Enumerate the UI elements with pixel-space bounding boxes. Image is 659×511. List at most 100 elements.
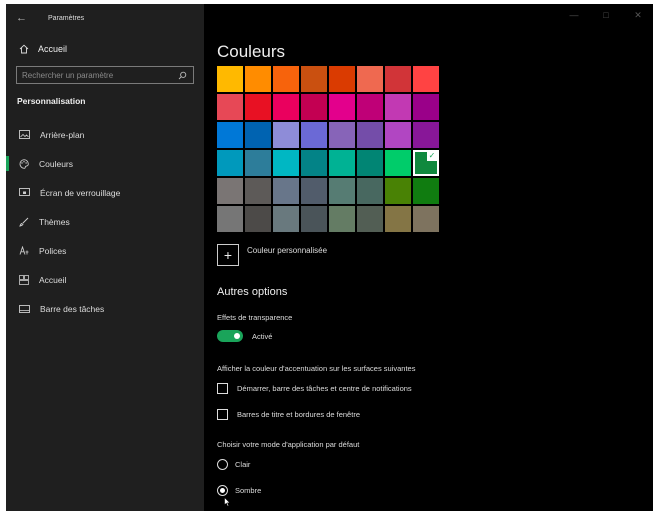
- color-swatch[interactable]: [301, 206, 327, 232]
- color-swatch[interactable]: [357, 94, 383, 120]
- color-swatch[interactable]: ✓: [413, 150, 439, 176]
- color-swatch[interactable]: [245, 206, 271, 232]
- other-options-title: Autres options: [217, 286, 288, 298]
- custom-color-button[interactable]: + Couleur personnalisée: [217, 244, 327, 266]
- minimize-icon[interactable]: —: [569, 10, 579, 21]
- color-swatch[interactable]: [385, 66, 411, 92]
- color-swatch[interactable]: [273, 94, 299, 120]
- color-swatch[interactable]: [329, 206, 355, 232]
- color-swatch[interactable]: [245, 122, 271, 148]
- sidebar-item-themes[interactable]: Thèmes: [6, 207, 204, 236]
- sidebar-item-label: Couleurs: [39, 158, 74, 169]
- color-swatch[interactable]: [413, 122, 439, 148]
- color-swatch[interactable]: [273, 122, 299, 148]
- font-icon: [19, 246, 29, 255]
- sidebar-item-label: Polices: [39, 245, 67, 256]
- lock-screen-icon: [19, 188, 30, 196]
- search-placeholder: Rechercher un paramètre: [22, 70, 114, 80]
- color-swatch[interactable]: [357, 150, 383, 176]
- color-swatch[interactable]: [273, 206, 299, 232]
- maximize-icon[interactable]: □: [601, 10, 611, 21]
- color-swatch[interactable]: [385, 122, 411, 148]
- color-swatch[interactable]: [329, 94, 355, 120]
- sidebar-item-background[interactable]: Arrière-plan: [6, 120, 204, 149]
- sidebar-item-fonts[interactable]: Polices: [6, 236, 204, 265]
- sidebar: ← Paramètres Accueil Rechercher un param…: [6, 4, 204, 511]
- checkbox-start[interactable]: [217, 383, 228, 394]
- sidebar-item-label: Thèmes: [39, 216, 70, 227]
- radio-dark[interactable]: [217, 485, 228, 496]
- color-swatch[interactable]: [245, 150, 271, 176]
- sidebar-item-lock-screen[interactable]: Écran de verrouillage: [6, 178, 204, 207]
- color-swatch[interactable]: [301, 66, 327, 92]
- color-swatch[interactable]: [273, 150, 299, 176]
- page-title: Couleurs: [217, 42, 286, 61]
- color-swatch[interactable]: [217, 206, 243, 232]
- start-icon: [19, 274, 29, 285]
- color-swatch[interactable]: [357, 122, 383, 148]
- color-swatch[interactable]: [273, 178, 299, 204]
- transparency-toggle-row[interactable]: Activé: [217, 330, 272, 342]
- window-controls: — □ ✕: [569, 10, 643, 21]
- color-swatch[interactable]: [357, 178, 383, 204]
- checkbox-titlebars-label: Barres de titre et bordures de fenêtre: [237, 410, 360, 419]
- sidebar-item-colors[interactable]: Couleurs: [6, 149, 204, 178]
- radio-dark-row[interactable]: Sombre: [217, 485, 261, 496]
- color-swatch[interactable]: [301, 150, 327, 176]
- close-icon[interactable]: ✕: [633, 10, 643, 21]
- brush-icon: [19, 217, 29, 227]
- app-title: Paramètres: [48, 14, 85, 22]
- color-swatch[interactable]: [301, 178, 327, 204]
- transparency-toggle[interactable]: [217, 330, 243, 342]
- color-swatch[interactable]: [217, 122, 243, 148]
- color-swatch[interactable]: [329, 66, 355, 92]
- color-swatch[interactable]: [217, 66, 243, 92]
- color-swatch[interactable]: [273, 66, 299, 92]
- color-swatch[interactable]: [217, 150, 243, 176]
- color-swatch[interactable]: [329, 150, 355, 176]
- accent-surfaces-label: Afficher la couleur d'accentuation sur l…: [217, 364, 416, 373]
- transparency-state: Activé: [252, 331, 273, 341]
- app-mode-label: Choisir votre mode d'application par déf…: [217, 440, 360, 449]
- checkbox-titlebars-row[interactable]: Barres de titre et bordures de fenêtre: [217, 409, 360, 420]
- checkmark-icon: ✓: [427, 151, 437, 161]
- color-swatch[interactable]: [385, 94, 411, 120]
- color-swatch[interactable]: [217, 94, 243, 120]
- color-swatch[interactable]: [245, 94, 271, 120]
- color-swatch[interactable]: [413, 94, 439, 120]
- color-swatch[interactable]: [301, 122, 327, 148]
- back-arrow-icon[interactable]: ←: [16, 11, 34, 25]
- color-swatch[interactable]: [245, 66, 271, 92]
- mouse-cursor-icon: [224, 497, 231, 507]
- color-swatch[interactable]: [329, 122, 355, 148]
- color-swatch[interactable]: [385, 178, 411, 204]
- search-input[interactable]: Rechercher un paramètre: [16, 66, 194, 84]
- title-bar: ← Paramètres: [6, 4, 204, 32]
- color-swatch[interactable]: [413, 66, 439, 92]
- color-swatch[interactable]: [357, 66, 383, 92]
- home-label: Accueil: [38, 44, 68, 54]
- sidebar-item-taskbar[interactable]: Barre des tâches: [6, 294, 204, 323]
- color-swatch[interactable]: [329, 178, 355, 204]
- color-swatch[interactable]: [301, 94, 327, 120]
- color-swatch[interactable]: [413, 206, 439, 232]
- color-swatch[interactable]: [385, 150, 411, 176]
- radio-light-row[interactable]: Clair: [217, 459, 250, 470]
- color-swatch[interactable]: [413, 178, 439, 204]
- checkbox-titlebars[interactable]: [217, 409, 228, 420]
- checkbox-start-row[interactable]: Démarrer, barre des tâches et centre de …: [217, 383, 412, 394]
- color-swatch[interactable]: [385, 206, 411, 232]
- color-swatch-grid: ✓: [217, 66, 439, 232]
- section-title: Personnalisation: [17, 96, 86, 106]
- sidebar-item-label: Accueil: [39, 274, 67, 285]
- main-content: — □ ✕ Couleurs ✓ + Couleur personnalisée…: [204, 4, 653, 511]
- color-swatch[interactable]: [357, 206, 383, 232]
- sidebar-nav: Arrière-plan Couleurs Écran de verrouill…: [6, 120, 204, 323]
- home-link[interactable]: Accueil: [6, 36, 204, 62]
- search-icon[interactable]: [178, 71, 187, 80]
- color-swatch[interactable]: [245, 178, 271, 204]
- radio-light[interactable]: [217, 459, 228, 470]
- sidebar-item-start[interactable]: Accueil: [6, 265, 204, 294]
- sidebar-item-label: Barre des tâches: [40, 303, 105, 314]
- color-swatch[interactable]: [217, 178, 243, 204]
